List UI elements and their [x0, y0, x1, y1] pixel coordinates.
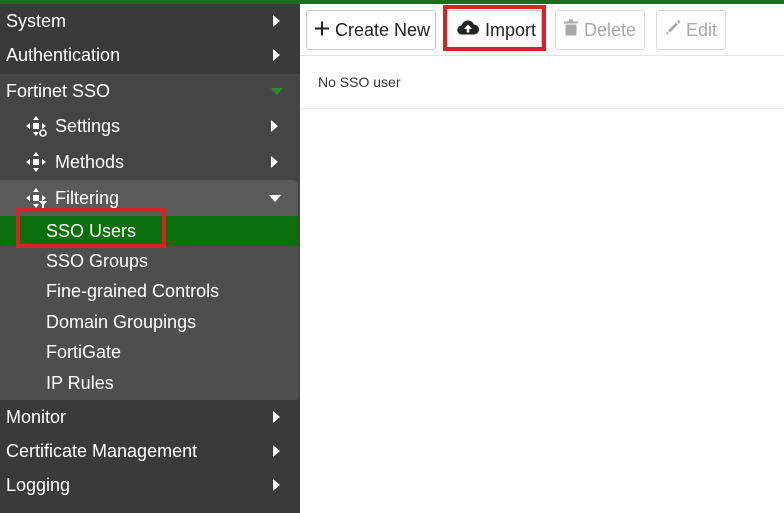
chevron-right-icon: [273, 49, 280, 61]
sidebar-item-label: System: [6, 10, 67, 31]
chevron-down-icon: [269, 194, 281, 202]
sidebar-item-logging[interactable]: Logging: [0, 468, 300, 502]
empty-state-text: No SSO user: [318, 74, 401, 90]
sidebar-item-label: Certificate Management: [6, 440, 198, 461]
delete-label: Delete: [584, 19, 637, 40]
sidebar-item-ip-rules[interactable]: IP Rules: [0, 368, 298, 398]
sidebar-item-label: Methods: [55, 151, 125, 172]
pencil-icon: [665, 20, 681, 41]
sidebar-item-methods[interactable]: Methods: [0, 144, 298, 180]
sidebar-item-fine-grained-controls[interactable]: Fine-grained Controls: [0, 276, 298, 307]
create-new-button[interactable]: Create New: [306, 10, 436, 50]
main-content: Create New Import Delete Edit No SSO use…: [300, 4, 784, 513]
sidebar-item-system[interactable]: System: [0, 4, 300, 38]
highlight-box-import: [443, 5, 546, 51]
delete-button[interactable]: Delete: [555, 10, 645, 50]
trash-icon: [564, 19, 578, 41]
create-new-label: Create New: [335, 19, 431, 40]
highlight-box-sso-users: [16, 208, 166, 248]
settings-icon: [24, 114, 48, 138]
sidebar-item-label: Filtering: [55, 187, 120, 208]
sidebar-item-sso-groups[interactable]: SSO Groups: [0, 246, 298, 276]
sidebar-item-label: FortiGate: [46, 342, 122, 362]
sidebar-item-label: SSO Groups: [46, 250, 149, 271]
sidebar-item-settings[interactable]: Settings: [0, 108, 298, 144]
chevron-right-icon: [273, 411, 280, 423]
chevron-right-icon: [271, 156, 278, 168]
sidebar-item-label: IP Rules: [46, 372, 114, 393]
sidebar-item-fortigate[interactable]: FortiGate: [0, 337, 298, 368]
sidebar-item-label: Domain Groupings: [46, 311, 197, 332]
divider: [300, 108, 784, 109]
chevron-right-icon: [271, 120, 278, 132]
sidebar-item-domain-groupings[interactable]: Domain Groupings: [0, 307, 298, 337]
sidebar-item-fortinet-sso[interactable]: Fortinet SSO: [0, 74, 300, 108]
chevron-down-icon: [271, 87, 283, 95]
filtering-icon: [24, 186, 48, 210]
sidebar-item-certificate-management[interactable]: Certificate Management: [0, 434, 300, 468]
sidebar-item-monitor[interactable]: Monitor: [0, 400, 300, 434]
sidebar-item-authentication[interactable]: Authentication: [0, 38, 300, 72]
sidebar-item-label: Logging: [6, 474, 71, 495]
sidebar-item-label: Fortinet SSO: [6, 80, 111, 101]
sidebar-item-label: Settings: [55, 115, 121, 136]
chevron-right-icon: [273, 445, 280, 457]
chevron-right-icon: [273, 15, 280, 27]
sidebar-item-label: Fine-grained Controls: [46, 281, 220, 301]
edit-button[interactable]: Edit: [656, 10, 726, 50]
sidebar-item-label: Authentication: [6, 44, 121, 65]
sidebar-item-label: Monitor: [6, 406, 67, 427]
edit-label: Edit: [686, 19, 718, 40]
methods-icon: [24, 150, 48, 174]
sidebar: System Authentication Fortinet SSO Setti…: [0, 4, 300, 513]
plus-icon: [315, 20, 329, 41]
toolbar: Create New Import Delete Edit: [300, 4, 784, 56]
chevron-right-icon: [273, 479, 280, 491]
